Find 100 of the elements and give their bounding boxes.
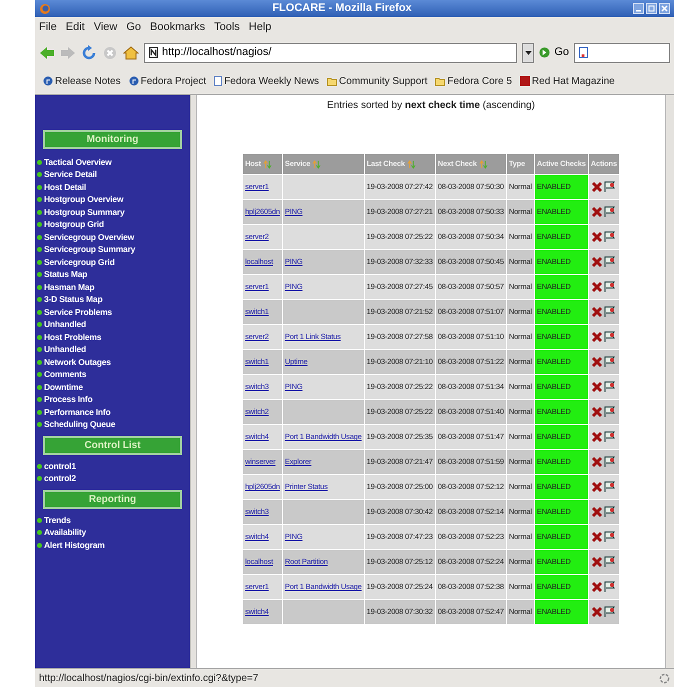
- delete-icon[interactable]: [590, 381, 603, 393]
- delete-icon[interactable]: [590, 281, 603, 293]
- flag-icon[interactable]: [604, 356, 616, 368]
- flag-icon[interactable]: [604, 556, 616, 568]
- address-field[interactable]: http://localhost/nagios/: [144, 42, 518, 62]
- delete-icon[interactable]: [590, 456, 603, 468]
- flag-icon[interactable]: [604, 431, 616, 443]
- bookmark-link[interactable]: Fedora Project: [128, 74, 206, 88]
- sort-caption: Entries sorted by next check time (ascending): [327, 99, 535, 113]
- window-title: FLOCARE - Mozilla Firefox: [271, 1, 413, 16]
- sidebar-link[interactable]: Network Outages: [44, 356, 111, 369]
- sidebar-link[interactable]: Status Map: [44, 268, 88, 282]
- page-icon: [149, 47, 158, 58]
- sidebar-link[interactable]: Hostgroup Grid: [44, 218, 104, 232]
- bullet-icon: [37, 284, 42, 290]
- flag-icon[interactable]: [604, 331, 616, 343]
- sidebar-link[interactable]: Unhandled: [44, 318, 86, 332]
- delete-icon[interactable]: [590, 181, 603, 193]
- sidebar-link[interactable]: Host Problems: [44, 330, 102, 344]
- menu-item[interactable]: View: [94, 18, 118, 36]
- flag-icon[interactable]: [604, 381, 616, 393]
- search-field[interactable]: [574, 42, 670, 62]
- sidebar-link[interactable]: control2: [44, 472, 76, 486]
- sidebar-link[interactable]: Servicegroup Grid: [44, 256, 115, 269]
- reload-icon[interactable]: [81, 44, 97, 60]
- delete-icon[interactable]: [590, 406, 603, 418]
- scrollbar[interactable]: [190, 95, 197, 668]
- delete-icon[interactable]: [590, 431, 603, 443]
- flag-icon[interactable]: [604, 406, 616, 418]
- sidebar-link[interactable]: Downtime: [44, 380, 83, 394]
- sidebar-link[interactable]: Availability: [44, 526, 86, 540]
- delete-icon[interactable]: [590, 356, 603, 368]
- bookmark-link[interactable]: Red Hat Magazine: [520, 74, 615, 88]
- menu-item[interactable]: Help: [248, 18, 272, 36]
- delete-icon[interactable]: [590, 581, 603, 593]
- menu-item[interactable]: File: [39, 18, 57, 36]
- bullet-icon: [37, 222, 42, 228]
- sidebar-link[interactable]: Process Info: [44, 393, 92, 406]
- delete-icon[interactable]: [590, 331, 603, 343]
- sidebar-link[interactable]: Service Detail: [44, 168, 97, 182]
- scrollbar[interactable]: [665, 95, 674, 668]
- sidebar-link[interactable]: Servicegroup Overview: [44, 230, 134, 244]
- sidebar-link[interactable]: Comments: [44, 368, 86, 382]
- delete-icon[interactable]: [590, 606, 603, 618]
- home-icon[interactable]: [123, 44, 139, 60]
- sidebar-link[interactable]: Hostgroup Summary: [44, 206, 124, 219]
- sidebar-link[interactable]: Tactical Overview: [44, 156, 112, 169]
- flag-icon[interactable]: [604, 256, 616, 268]
- menu-item[interactable]: Go: [126, 18, 142, 36]
- search-engine-icon: [579, 47, 588, 58]
- sidebar-link[interactable]: 3-D Status Map: [44, 293, 102, 306]
- bookmark-link[interactable]: Fedora Core 5: [435, 74, 512, 88]
- page-icon: [214, 76, 222, 86]
- dropdown-button[interactable]: [522, 42, 534, 62]
- flag-icon[interactable]: [604, 206, 616, 218]
- sidebar-link[interactable]: control1: [44, 460, 76, 473]
- bullet-icon: [37, 530, 42, 536]
- menu-item[interactable]: Tools: [214, 18, 240, 36]
- delete-icon[interactable]: [590, 231, 603, 243]
- flag-icon[interactable]: [604, 606, 616, 618]
- bullet-icon: [37, 422, 42, 428]
- delete-icon[interactable]: [590, 256, 603, 268]
- close-icon: [660, 4, 669, 13]
- go-button[interactable]: Go: [539, 44, 569, 61]
- sidebar-link[interactable]: Performance Info: [44, 406, 111, 419]
- sidebar-link[interactable]: Hasman Map: [44, 280, 94, 294]
- flag-icon[interactable]: [604, 306, 616, 318]
- bookmark-link[interactable]: Fedora Weekly News: [214, 74, 320, 88]
- flag-icon[interactable]: [604, 531, 616, 543]
- flag-icon[interactable]: [604, 581, 616, 593]
- bullet-icon: [37, 410, 42, 415]
- delete-icon[interactable]: [590, 306, 603, 318]
- delete-icon[interactable]: [590, 481, 603, 493]
- flag-icon[interactable]: [604, 506, 616, 518]
- bookmark-link[interactable]: Community Support: [327, 74, 428, 88]
- sidebar-link[interactable]: Unhandled: [44, 343, 86, 356]
- flag-icon[interactable]: [604, 181, 616, 193]
- activity-icon: [659, 672, 670, 684]
- sidebar-link[interactable]: Hostgroup Overview: [44, 193, 124, 206]
- sidebar-link[interactable]: Host Detail: [44, 180, 86, 194]
- bullet-icon: [37, 197, 42, 202]
- menu-item[interactable]: Bookmarks: [150, 18, 206, 36]
- bullet-icon: [37, 542, 42, 548]
- delete-icon[interactable]: [590, 531, 603, 543]
- sidebar-link[interactable]: Scheduling Queue: [44, 418, 116, 432]
- bullet-icon: [37, 184, 42, 190]
- sidebar-link[interactable]: Alert Histogram: [44, 538, 105, 552]
- flag-icon[interactable]: [604, 231, 616, 243]
- delete-icon[interactable]: [590, 556, 603, 568]
- delete-icon[interactable]: [590, 206, 603, 218]
- sidebar-link[interactable]: Trends: [44, 514, 71, 527]
- sidebar-link[interactable]: Service Problems: [44, 306, 112, 319]
- menu-item[interactable]: Edit: [66, 18, 85, 36]
- bookmark-link[interactable]: Release Notes: [43, 74, 121, 88]
- flag-icon[interactable]: [604, 481, 616, 493]
- flag-icon[interactable]: [604, 281, 616, 293]
- delete-icon[interactable]: [590, 506, 603, 518]
- bullet-icon: [37, 234, 42, 240]
- sidebar-link[interactable]: Servicegroup Summary: [44, 243, 136, 256]
- flag-icon[interactable]: [604, 456, 616, 468]
